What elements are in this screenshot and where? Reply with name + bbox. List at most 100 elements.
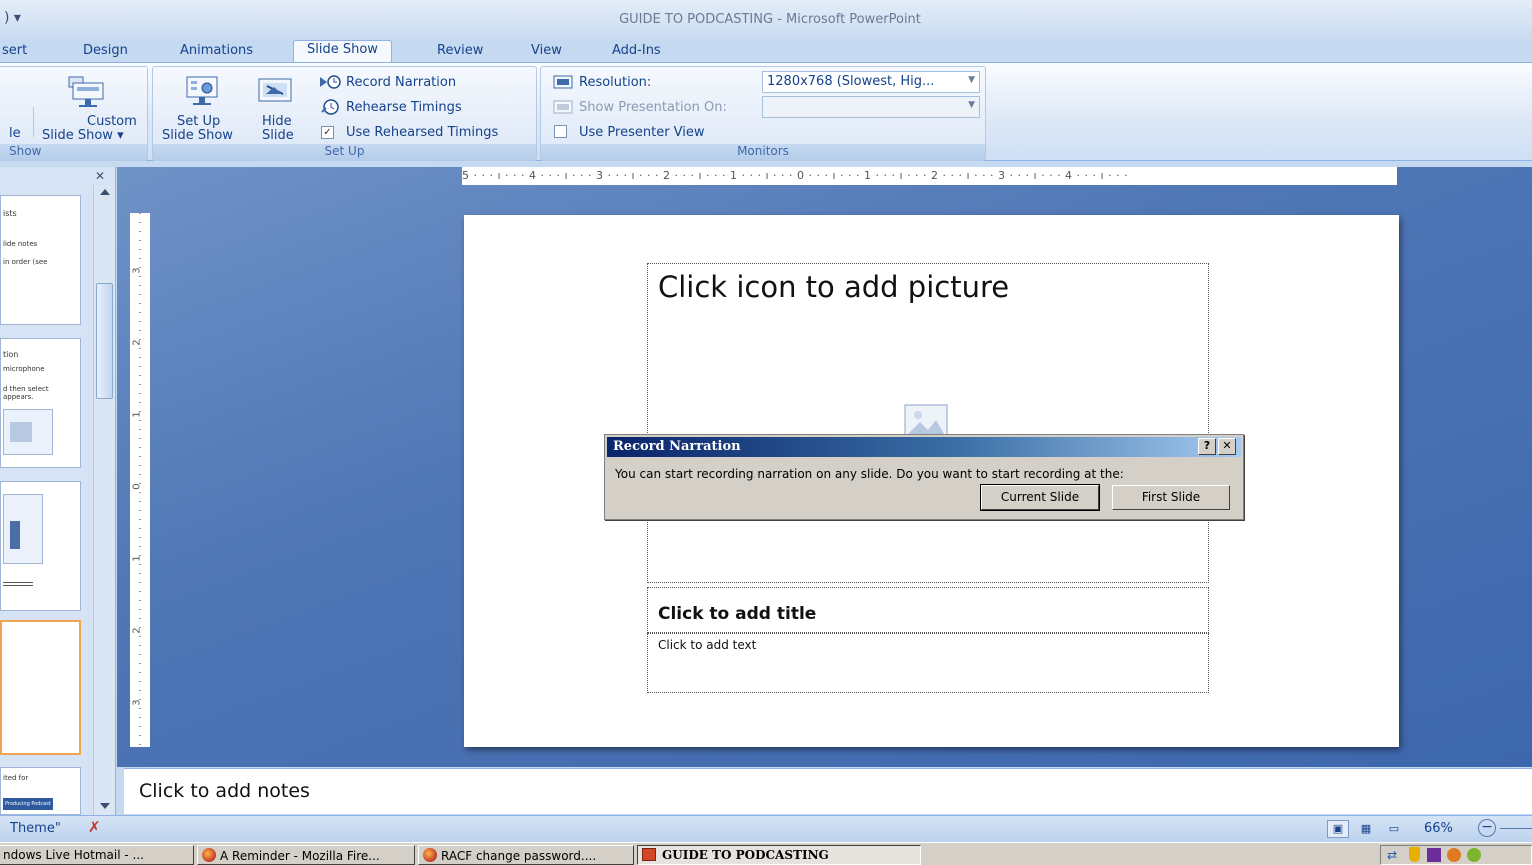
firefox-icon bbox=[202, 848, 216, 862]
thumb-image bbox=[3, 409, 53, 455]
first-slide-button[interactable]: First Slide bbox=[1112, 485, 1230, 510]
zoom-slider[interactable] bbox=[1500, 828, 1532, 829]
hide-slide-icon[interactable] bbox=[257, 77, 293, 109]
rehearse-timings-button[interactable]: Rehearse Timings bbox=[346, 101, 462, 115]
use-presenter-view-label[interactable]: Use Presenter View bbox=[579, 126, 705, 140]
hide-slide-label-1[interactable]: Hide bbox=[262, 115, 292, 129]
thumb-text: in order (see bbox=[3, 258, 48, 266]
tab-add-ins[interactable]: Add-Ins bbox=[612, 43, 661, 58]
from-slide-button-label[interactable]: le bbox=[9, 127, 21, 141]
chevron-down-icon: ▼ bbox=[968, 75, 975, 85]
chevron-down-icon: ▼ bbox=[968, 100, 975, 110]
theme-name[interactable]: Theme" bbox=[10, 821, 61, 836]
notes-placeholder: Click to add notes bbox=[139, 780, 310, 802]
resolution-dropdown[interactable]: 1280x768 (Slowest, Hig... ▼ bbox=[762, 71, 980, 93]
thumb-text: appears. bbox=[3, 393, 34, 401]
hide-slide-label-2[interactable]: Slide bbox=[262, 129, 294, 143]
ruler-mark: 3 bbox=[131, 699, 143, 706]
current-slide-button[interactable]: Current Slide bbox=[980, 484, 1100, 511]
slides-pane-scrollbar[interactable] bbox=[93, 185, 115, 815]
set-up-group: Set Up Slide Show Hide Slide Record Narr… bbox=[152, 66, 537, 161]
firefox-icon bbox=[423, 848, 437, 862]
thumb-text: microphone bbox=[3, 365, 45, 373]
normal-view-icon[interactable]: ▣ bbox=[1327, 820, 1349, 838]
close-icon[interactable]: ✕ bbox=[95, 169, 105, 183]
set-up-slide-show-label-1[interactable]: Set Up bbox=[177, 115, 220, 129]
slide-thumbnail[interactable] bbox=[0, 481, 81, 611]
zoom-level[interactable]: 66% bbox=[1424, 821, 1453, 836]
ribbon: le Custom Slide Show ▾ Show Set Up Slide… bbox=[0, 62, 1532, 161]
tray-icon[interactable] bbox=[1467, 848, 1481, 862]
picture-placeholder[interactable]: Click icon to add picture bbox=[647, 263, 1209, 583]
record-narration-icon[interactable] bbox=[318, 74, 342, 94]
thumb-text: d then select bbox=[3, 385, 49, 393]
separator bbox=[33, 107, 34, 137]
set-up-group-label: Set Up bbox=[153, 144, 536, 160]
text-placeholder[interactable]: Click to add text bbox=[647, 633, 1209, 693]
text-placeholder-text: Click to add text bbox=[658, 638, 757, 652]
start-slide-show-group-label: Show bbox=[0, 144, 147, 160]
scroll-up-icon[interactable] bbox=[100, 189, 110, 195]
record-narration-button[interactable]: Record Narration bbox=[346, 76, 456, 90]
thumb-image-inner bbox=[10, 521, 20, 549]
start-slide-show-group: le Custom Slide Show ▾ Show bbox=[0, 66, 148, 161]
resolution-label: Resolution: bbox=[579, 75, 652, 90]
custom-slide-show-label-1[interactable]: Custom bbox=[87, 115, 137, 129]
app-tray-icon[interactable] bbox=[1427, 848, 1441, 862]
tab-view[interactable]: View bbox=[531, 43, 562, 58]
monitors-group-label: Monitors bbox=[541, 144, 985, 160]
tab-review[interactable]: Review bbox=[437, 43, 483, 58]
use-rehearsed-timings-label[interactable]: Use Rehearsed Timings bbox=[346, 126, 498, 140]
scroll-down-icon[interactable] bbox=[100, 803, 110, 809]
custom-slide-show-icon[interactable] bbox=[67, 75, 111, 113]
taskbar-item-hotmail[interactable]: ndows Live Hotmail - ... bbox=[0, 845, 194, 865]
use-presenter-view-checkbox[interactable] bbox=[554, 125, 567, 138]
dialog-title: Record Narration bbox=[613, 439, 741, 454]
thumb-image bbox=[3, 494, 43, 564]
ruler-mark: 2 bbox=[131, 339, 143, 346]
ruler-mark: 1 bbox=[131, 555, 143, 562]
slide-thumbnail[interactable]: tion microphone d then select appears. bbox=[0, 338, 81, 468]
windows-taskbar: ndows Live Hotmail - ... A Reminder - Mo… bbox=[0, 842, 1532, 865]
slide-thumbnail[interactable]: ists lide notes in order (see bbox=[0, 195, 81, 325]
set-up-slide-show-icon[interactable] bbox=[183, 73, 223, 113]
taskbar-item-racf[interactable]: RACF change password.... bbox=[418, 845, 634, 865]
use-rehearsed-timings-checkbox[interactable]: ✓ bbox=[321, 126, 334, 139]
tab-design[interactable]: Design bbox=[83, 43, 128, 58]
messenger-icon[interactable] bbox=[1447, 848, 1461, 862]
slide-sorter-icon[interactable]: ▦ bbox=[1355, 820, 1377, 838]
zoom-out-icon[interactable]: − bbox=[1478, 819, 1496, 837]
powerpoint-icon bbox=[642, 848, 656, 861]
taskbar-item-label: RACF change password.... bbox=[441, 849, 597, 863]
thumb-lines bbox=[3, 582, 33, 588]
title-bar: ) ▾ GUIDE TO PODCASTING - Microsoft Powe… bbox=[0, 0, 1532, 40]
custom-slide-show-label-2[interactable]: Slide Show ▾ bbox=[42, 129, 124, 143]
thumb-text: tion bbox=[3, 350, 19, 359]
thumb-text: lide notes bbox=[3, 240, 38, 248]
rehearse-timings-icon[interactable] bbox=[320, 98, 342, 120]
notes-pane[interactable]: Click to add notes bbox=[124, 768, 1532, 814]
slide-thumbnail[interactable]: ited for Producing Podcast bbox=[0, 767, 81, 815]
tab-animations[interactable]: Animations bbox=[180, 43, 253, 58]
security-shield-icon[interactable] bbox=[1409, 847, 1420, 862]
network-icon[interactable]: ⇄ bbox=[1387, 848, 1397, 862]
ruler-mark: 3 bbox=[131, 267, 143, 274]
ruler-ticks bbox=[139, 213, 141, 747]
show-presentation-on-dropdown[interactable]: ▼ bbox=[762, 96, 980, 118]
picture-placeholder-text: Click icon to add picture bbox=[658, 270, 1010, 304]
dialog-close-button[interactable]: ✕ bbox=[1218, 438, 1236, 455]
tab-insert[interactable]: sert bbox=[2, 43, 27, 58]
slide-show-view-icon[interactable]: ▭ bbox=[1383, 820, 1405, 838]
ruler-mark: 0 bbox=[131, 483, 143, 490]
help-button[interactable]: ? bbox=[1198, 438, 1216, 455]
system-tray: ⇄ bbox=[1380, 845, 1532, 865]
taskbar-item-firefox-reminder[interactable]: A Reminder - Mozilla Fire... bbox=[197, 845, 415, 865]
scrollbar-thumb[interactable] bbox=[96, 283, 113, 399]
title-placeholder[interactable]: Click to add title bbox=[647, 587, 1209, 633]
horizontal-ruler: 5 · · · ı · · · 4 · · · ı · · · 3 · · · … bbox=[462, 167, 1397, 185]
slide-thumbnail-selected[interactable] bbox=[0, 620, 81, 755]
taskbar-item-powerpoint[interactable]: GUIDE TO PODCASTING bbox=[637, 845, 921, 865]
spelling-check-icon[interactable]: ✗ bbox=[88, 818, 101, 836]
record-narration-dialog: Record Narration ? ✕ You can start recor… bbox=[604, 434, 1244, 520]
set-up-slide-show-label-2[interactable]: Slide Show bbox=[162, 129, 233, 143]
